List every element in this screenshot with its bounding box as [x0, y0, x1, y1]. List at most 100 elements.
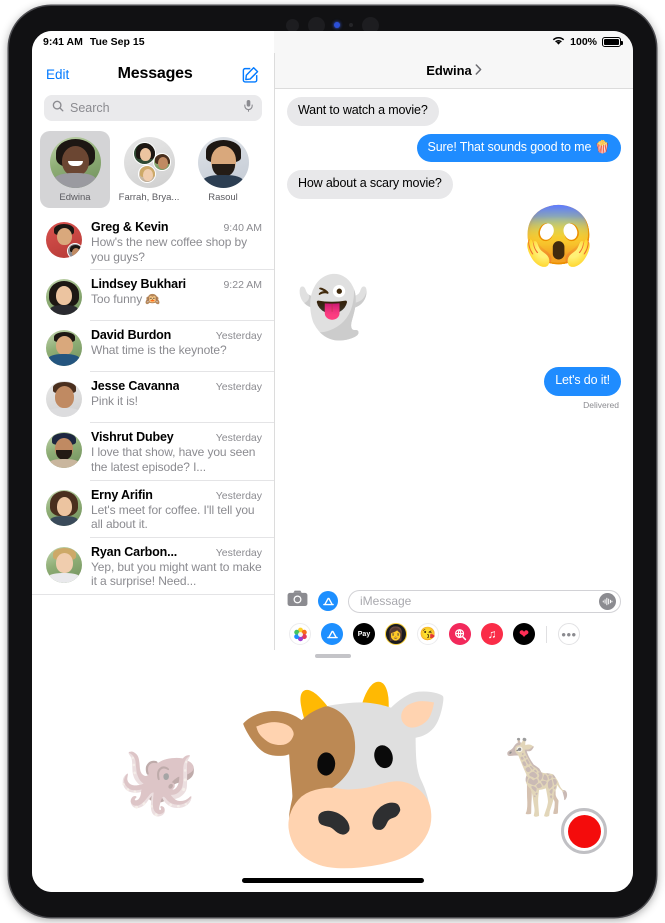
message-row: Want to watch a movie?: [283, 97, 621, 126]
digital-touch-app-icon[interactable]: ❤: [513, 623, 535, 645]
conversation-list-item[interactable]: Erny Arifin Yesterday Let's meet for cof…: [32, 481, 274, 539]
search-input[interactable]: [70, 101, 237, 115]
conversation-list-item[interactable]: Jesse Cavanna Yesterday Pink it is!: [32, 372, 274, 424]
search-bar[interactable]: [44, 95, 262, 121]
giraffe-memoji[interactable]: 🦒: [492, 742, 582, 814]
imessage-field[interactable]: [348, 589, 621, 613]
ghost-sticker[interactable]: 👻: [297, 278, 369, 337]
pinned-conversation-edwina[interactable]: Edwina: [40, 131, 110, 208]
sensor-dot: [286, 18, 299, 32]
conversation-list-item[interactable]: Greg & Kevin 9:40 AM How's the new coffe…: [32, 213, 274, 271]
panel-drag-handle-row: [32, 650, 633, 662]
message-bubble-incoming[interactable]: How about a scary movie?: [283, 170, 453, 199]
memoji-shocked-sticker[interactable]: 😱: [523, 206, 595, 265]
imessage-input[interactable]: [360, 594, 593, 608]
message-row: Sure! That sounds good to me 🍿: [287, 133, 626, 163]
conversation-list-item[interactable]: Vishrut Dubey Yesterday I love that show…: [32, 423, 274, 481]
memoji-picker-panel[interactable]: 🐙 🐮 🦒: [32, 662, 633, 892]
sidebar-navigation-bar: Edit Messages: [32, 53, 274, 95]
conversation-list-item[interactable]: Ryan Carbon... Yesterday Yep, but you mi…: [32, 538, 274, 596]
conversation-text: Ryan Carbon... Yesterday Yep, but you mi…: [91, 545, 262, 589]
pinned-conversation-rasoul[interactable]: Rasoul: [188, 131, 258, 208]
record-indicator: [567, 814, 601, 848]
record-button[interactable]: [561, 808, 607, 854]
camera-icon[interactable]: [287, 590, 308, 612]
search-container: [32, 95, 274, 129]
ipad-screen: 9:41 AM Tue Sep 15 100% Edit Messages Se…: [32, 31, 633, 892]
conversation-title: Edwina: [426, 63, 472, 78]
conversation-list-item[interactable]: David Burdon Yesterday What time is the …: [32, 321, 274, 373]
conversation-name: Lindsey Bukhari: [91, 277, 186, 292]
cow-memoji[interactable]: 🐮: [224, 662, 481, 890]
conversation-name: Ryan Carbon...: [91, 544, 178, 559]
avatar: [46, 330, 82, 367]
apple-pay-app-icon[interactable]: Pay: [353, 623, 375, 645]
conversation-preview: Too funny 🙉: [91, 292, 161, 307]
memoji-stickers-app-icon[interactable]: 😘: [417, 623, 439, 645]
more-apps-button[interactable]: •••: [558, 623, 580, 645]
delivery-status: Delivered: [583, 399, 619, 410]
wifi-icon: [552, 36, 565, 49]
imessage-app-strip[interactable]: Pay 👩 😘 ♫ ❤ •••: [275, 618, 633, 650]
message-row: 😱: [287, 206, 595, 265]
conversation-preview: Yep, but you might want to make it a sur…: [91, 559, 262, 589]
pinned-conversation-farrah-group[interactable]: Farrah, Brya...: [114, 131, 184, 208]
home-indicator[interactable]: [241, 878, 424, 883]
app-store-app-icon[interactable]: [321, 623, 343, 645]
status-bar-right: 100%: [274, 31, 633, 53]
memoji-app-icon[interactable]: 👩: [385, 623, 407, 645]
split-view: Edit Messages Search Edwina Farrah, Brya…: [32, 53, 633, 650]
message-detail-pane: Edwina Want to watch a movie? Sure! That…: [275, 53, 633, 650]
conversation-time: Yesterday: [215, 546, 262, 559]
edit-button[interactable]: Edit: [46, 67, 69, 82]
message-thread[interactable]: Want to watch a movie? Sure! That sounds…: [275, 89, 633, 584]
messages-sidebar: Edit Messages Search Edwina Farrah, Brya…: [32, 53, 274, 650]
conversation-text: Lindsey Bukhari 9:22 AM Too funny 🙉: [91, 277, 262, 315]
music-app-icon[interactable]: ♫: [481, 623, 503, 645]
message-bubble-incoming[interactable]: Want to watch a movie?: [283, 97, 439, 126]
conversation-preview: Pink it is!: [91, 394, 138, 409]
sidebar-title: Messages: [117, 65, 193, 82]
conversation-time: Yesterday: [215, 330, 262, 343]
avatar: [46, 489, 82, 526]
microphone-icon[interactable]: [243, 99, 254, 117]
conversation-name: Jesse Cavanna: [91, 379, 180, 394]
conversation-text: Vishrut Dubey Yesterday I love that show…: [91, 430, 262, 474]
conversation-preview: I love that show, have you seen the late…: [91, 445, 256, 474]
image-search-app-icon[interactable]: [449, 623, 471, 645]
status-bar: 9:41 AM Tue Sep 15 100%: [32, 31, 633, 53]
message-bubble-outgoing[interactable]: Sure! That sounds good to me 🍿: [416, 133, 626, 163]
ipad-device-frame: 9:41 AM Tue Sep 15 100% Edit Messages Se…: [9, 6, 656, 917]
chevron-right-icon[interactable]: [475, 62, 482, 80]
conversation-header[interactable]: Edwina: [275, 53, 633, 89]
message-row: How about a scary movie?: [283, 170, 621, 199]
app-strip-separator: [546, 625, 547, 643]
message-row: 👻: [297, 278, 621, 337]
avatar: [49, 137, 101, 188]
drag-handle[interactable]: [314, 654, 351, 658]
avatar: [46, 546, 82, 583]
conversation-preview: What time is the keynote?: [91, 343, 227, 358]
status-date: Tue Sep 15: [89, 36, 145, 48]
app-store-icon[interactable]: [318, 591, 338, 611]
conversation-name: Greg & Kevin: [91, 220, 169, 234]
pinned-conversation-label: Edwina: [59, 192, 91, 203]
conversation-preview: Let's meet for coffee. I'll tell you all…: [91, 502, 255, 532]
conversation-list[interactable]: Greg & Kevin 9:40 AM How's the new coffe…: [32, 213, 274, 650]
message-input-bar: [275, 584, 633, 618]
conversation-time: 9:40 AM: [223, 222, 262, 234]
photos-app-icon[interactable]: [289, 623, 311, 645]
battery-icon: [602, 37, 624, 47]
message-bubble-outgoing[interactable]: Let's do it!: [544, 366, 625, 396]
conversation-preview: How's the new coffee shop by you guys?: [91, 235, 248, 264]
compose-icon[interactable]: [241, 65, 260, 84]
audio-waveform-icon[interactable]: [599, 592, 616, 610]
message-row: Let's do it!: [287, 366, 625, 396]
status-time: 9:41 AM: [43, 36, 83, 48]
conversation-time: Yesterday: [215, 489, 262, 502]
octopus-memoji[interactable]: 🐙: [117, 747, 199, 813]
search-icon: [52, 99, 64, 117]
conversation-name: David Burdon: [91, 328, 172, 343]
conversation-text: Greg & Kevin 9:40 AM How's the new coffe…: [91, 220, 262, 264]
conversation-list-item[interactable]: Lindsey Bukhari 9:22 AM Too funny 🙉: [32, 270, 274, 322]
